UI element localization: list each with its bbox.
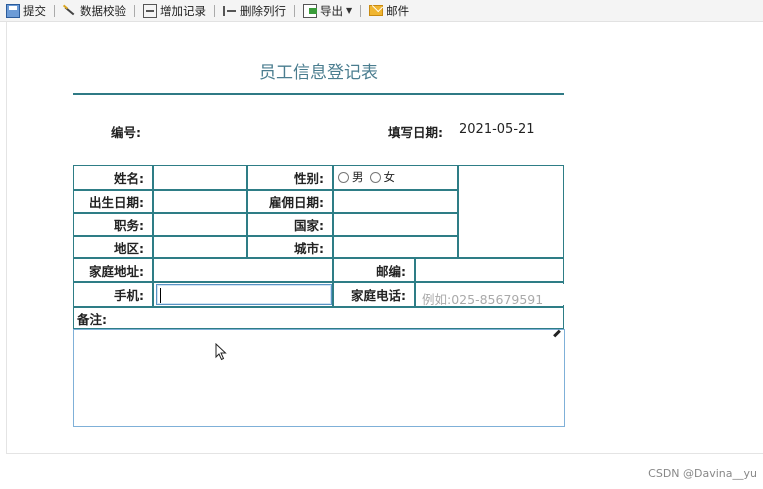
toolbar-separator — [54, 4, 55, 17]
watermark: CSDN @Davina__yu — [648, 467, 757, 480]
male-option-label: 男 — [352, 170, 364, 184]
hire-date-field[interactable] — [333, 190, 458, 213]
validate-button[interactable]: 数据校验 — [61, 1, 128, 21]
wand-icon — [63, 4, 77, 18]
export-label: 导出 — [320, 3, 343, 18]
home-phone-label: 家庭电话: — [333, 282, 415, 307]
name-label: 姓名: — [73, 165, 153, 190]
validate-label: 数据校验 — [80, 3, 126, 18]
date-value: 2021-05-21 — [459, 122, 535, 137]
home-phone-input[interactable]: 例如:025-85679591 — [416, 284, 564, 307]
home-address-label: 家庭地址: — [73, 258, 153, 282]
gender-radio-group: 男 女 — [334, 169, 401, 185]
name-field[interactable] — [153, 165, 247, 190]
text-caret — [160, 288, 161, 303]
mobile-input[interactable] — [156, 284, 332, 305]
position-label: 职务: — [73, 213, 153, 236]
chevron-down-icon[interactable]: ▼ — [346, 6, 352, 15]
delete-row-label: 删除列行 — [240, 3, 286, 18]
female-radio[interactable] — [369, 171, 381, 183]
hire-date-label: 雇佣日期: — [247, 190, 333, 213]
toolbar: 提交 数据校验 增加记录 删除列行 导出 ▼ 邮件 — [0, 0, 763, 22]
delete-row-button[interactable]: 删除列行 — [221, 1, 288, 21]
city-label: 城市: — [247, 236, 333, 258]
remarks-label-row: 备注: — [73, 307, 564, 329]
region-field[interactable] — [153, 236, 247, 258]
mobile-label: 手机: — [73, 282, 153, 307]
export-icon — [303, 3, 317, 18]
country-label: 国家: — [247, 213, 333, 236]
form-title: 员工信息登记表 — [259, 63, 378, 83]
delete-row-icon — [223, 4, 237, 18]
postcode-field[interactable] — [415, 258, 564, 282]
number-label: 编号: — [111, 125, 141, 140]
gender-field: 男 女 — [333, 165, 458, 190]
country-field[interactable] — [333, 213, 458, 236]
mail-label: 邮件 — [386, 3, 410, 18]
remarks-textarea[interactable] — [73, 329, 565, 427]
female-option-label: 女 — [383, 170, 396, 184]
photo-cell — [458, 165, 564, 258]
add-record-button[interactable]: 增加记录 — [141, 1, 208, 21]
gender-label: 性别: — [247, 165, 333, 190]
toolbar-separator — [360, 4, 362, 17]
export-button[interactable]: 导出 ▼ — [301, 1, 354, 21]
birth-date-field[interactable] — [153, 190, 247, 213]
edit-icon — [553, 329, 561, 338]
date-label: 填写日期: — [388, 125, 443, 140]
toolbar-separator — [214, 4, 215, 17]
save-icon — [6, 3, 20, 18]
title-divider — [73, 93, 564, 95]
position-field[interactable] — [153, 213, 247, 236]
region-label: 地区: — [73, 236, 153, 258]
city-field[interactable] — [333, 236, 458, 258]
mail-icon — [369, 5, 384, 16]
postcode-label: 邮编: — [333, 258, 415, 282]
male-radio[interactable] — [338, 171, 349, 183]
toolbar-separator — [294, 4, 295, 17]
add-row-icon — [143, 3, 157, 18]
add-record-label: 增加记录 — [160, 3, 206, 18]
mail-button[interactable]: 邮件 — [367, 1, 411, 21]
toolbar-separator — [134, 4, 135, 17]
submit-button[interactable]: 提交 — [4, 1, 48, 21]
submit-label: 提交 — [23, 3, 46, 18]
home-phone-placeholder: 例如:025-85679591 — [422, 292, 544, 307]
birth-date-label: 出生日期: — [73, 190, 153, 213]
home-address-field[interactable] — [153, 258, 333, 282]
remarks-label: 备注: — [77, 311, 107, 327]
